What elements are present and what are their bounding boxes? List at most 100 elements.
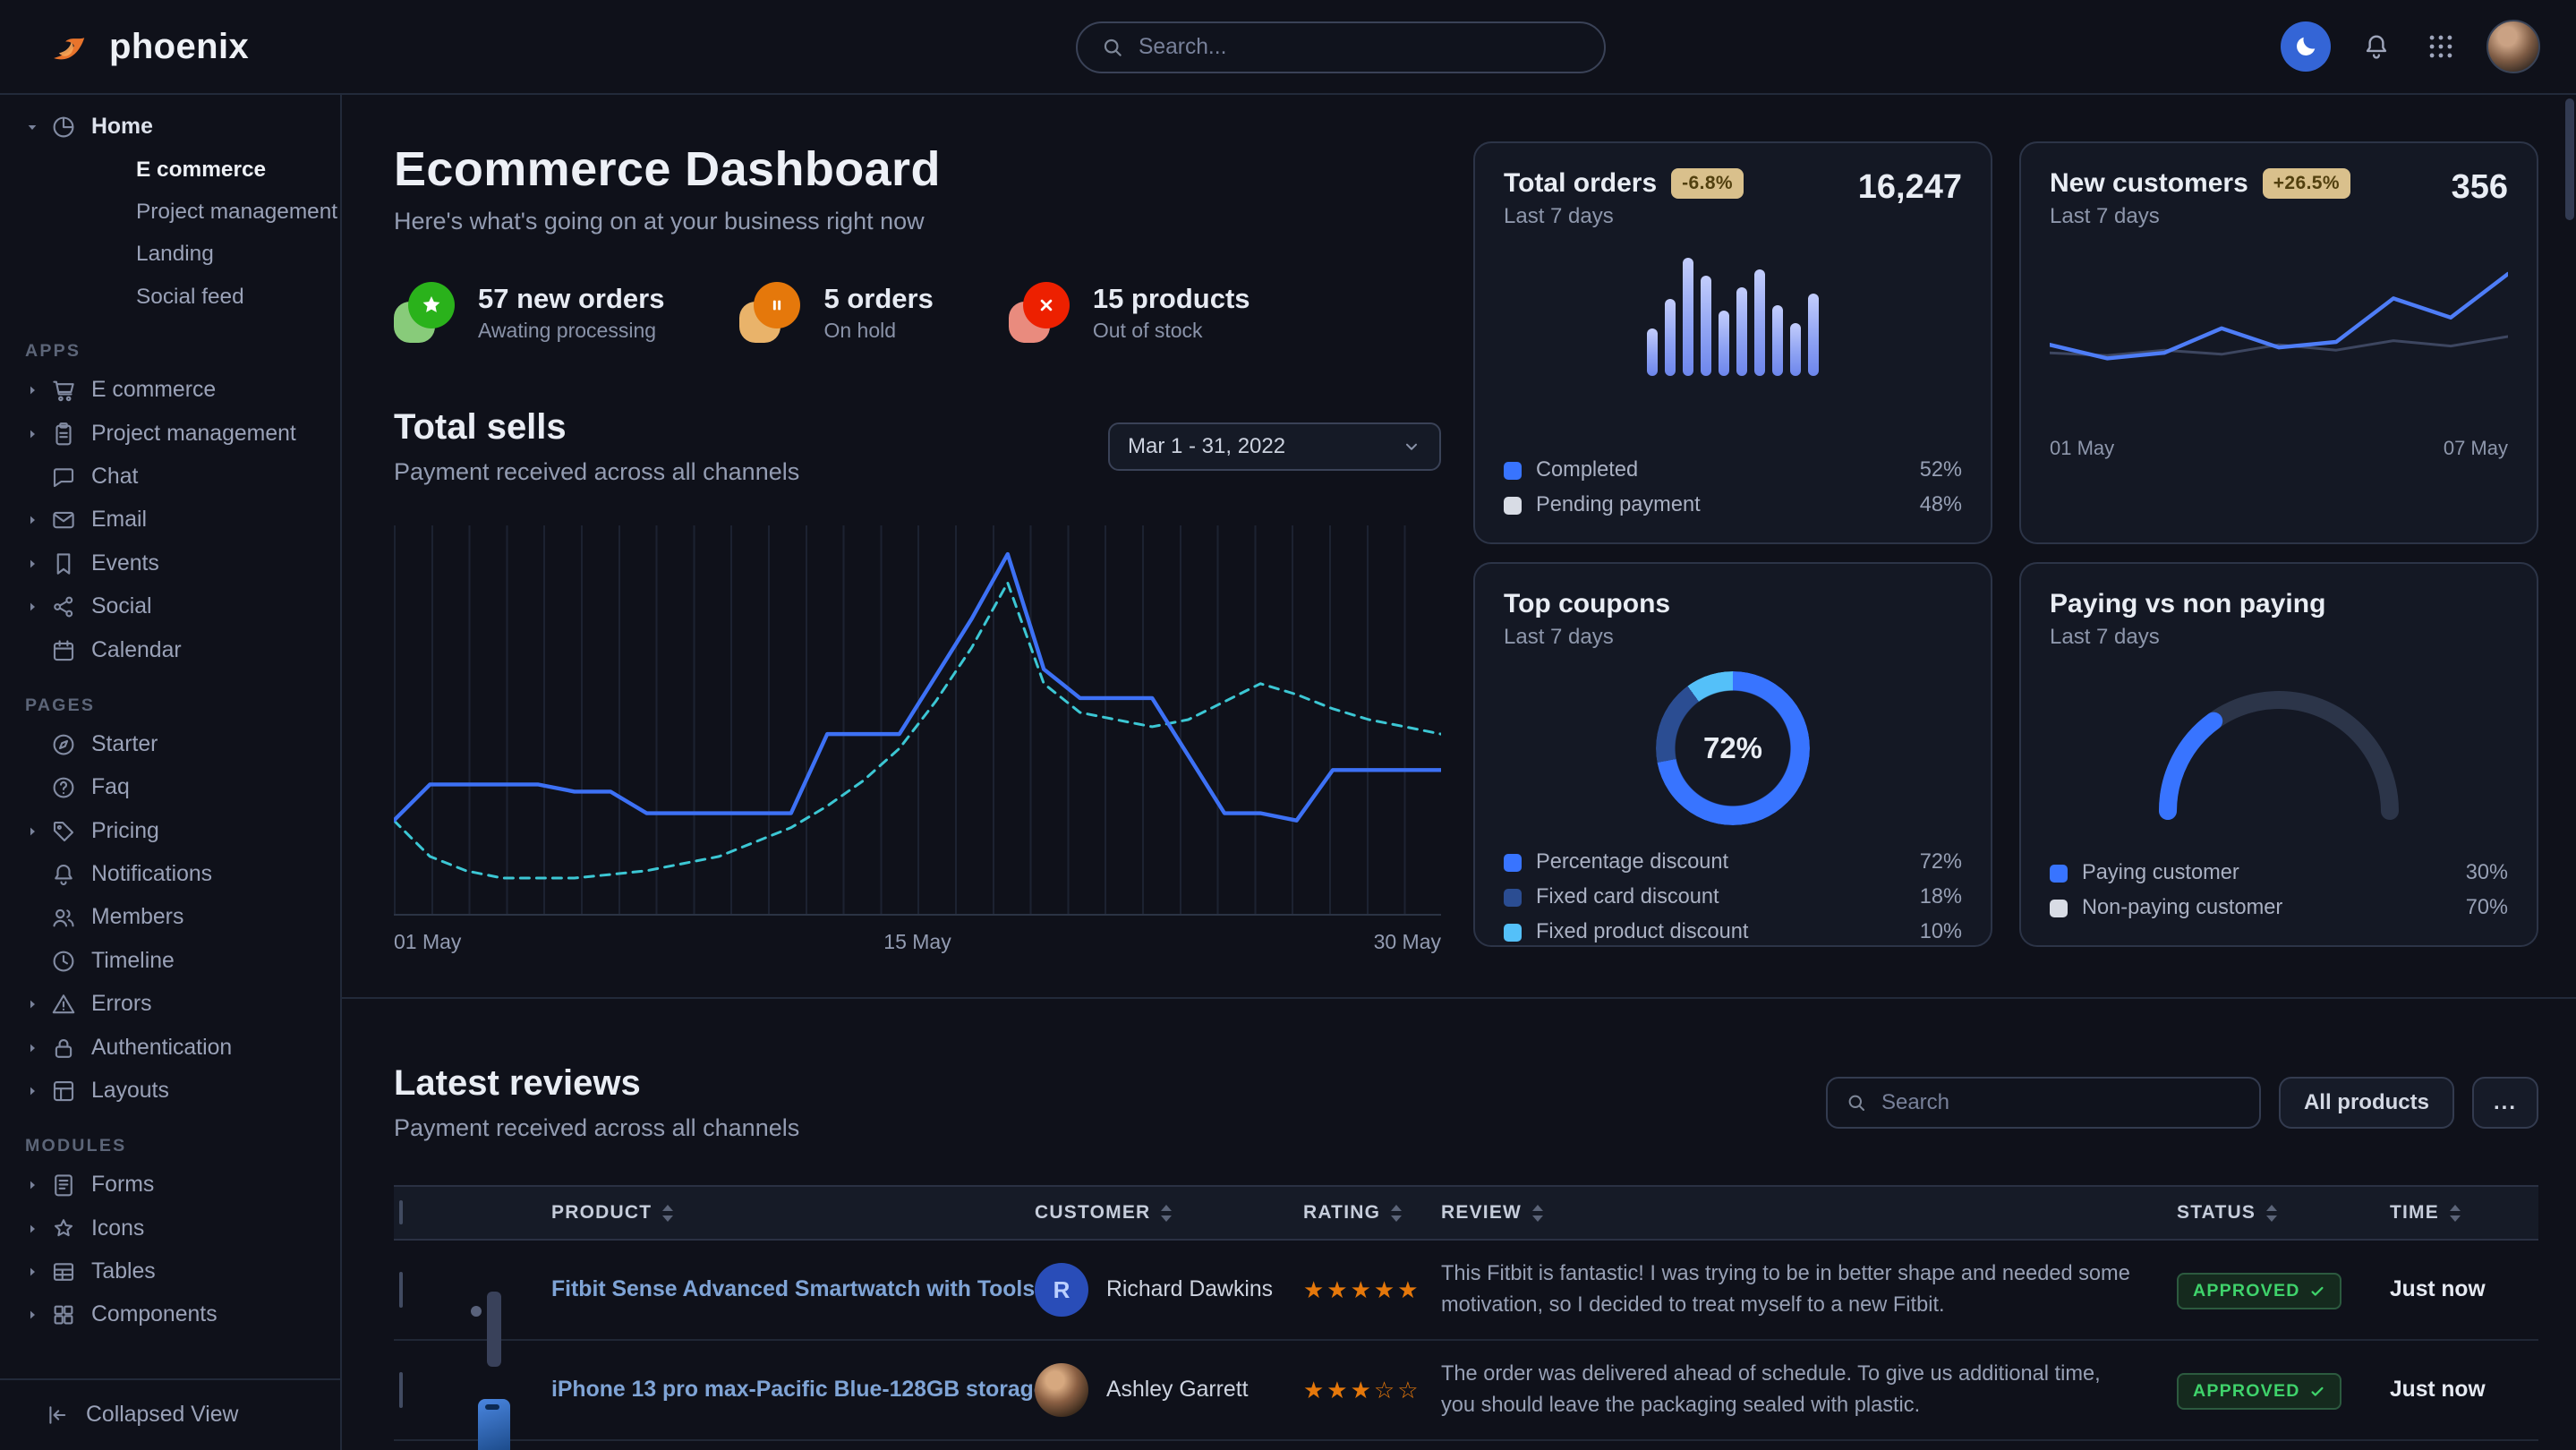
column-header-product[interactable]: PRODUCT [551,1202,1035,1224]
page-title: Ecommerce Dashboard [394,141,1441,197]
sidebar-subitem-landing[interactable]: Landing [0,234,340,276]
collapsed-view-toggle[interactable]: Collapsed View [0,1378,340,1450]
sidebar-item-errors[interactable]: Errors [0,983,340,1026]
row-checkbox[interactable] [399,1272,403,1308]
order-bar [1790,323,1801,376]
apps-grid-button[interactable] [2422,28,2460,65]
x-axis-label: 01 May [2050,437,2114,460]
row-checkbox[interactable] [399,1372,403,1408]
total-sells-x-axis: 01 May 15 May 30 May [394,930,1441,954]
caret-right-icon [25,1308,39,1322]
sidebar-item-layouts[interactable]: Layouts [0,1070,340,1113]
sidebar-item-email[interactable]: Email [0,499,340,542]
card-value: 356 [2452,168,2508,207]
sidebar-item-components[interactable]: Components [0,1293,340,1336]
review-time: Just now [2390,1378,2538,1403]
notifications-button[interactable] [2358,28,2395,65]
legend-label: Non-paying customer [2082,896,2282,920]
brand[interactable]: phoenix [47,23,249,70]
stat-icon-new-orders [394,282,455,343]
customer-avatar: R [1035,1263,1088,1317]
column-header-status[interactable]: STATUS [2177,1202,2390,1224]
sidebar-item-home[interactable]: Home [0,106,340,149]
scrollbar-thumb[interactable] [2565,98,2574,220]
date-range-select[interactable]: Mar 1 - 31, 2022 [1108,422,1441,471]
order-bar [1808,294,1819,376]
sidebar-item-pricing[interactable]: Pricing [0,810,340,853]
card-title: Top coupons [1504,589,1670,619]
legend-label: Percentage discount [1536,850,1728,874]
column-header-review[interactable]: REVIEW [1441,1202,2177,1224]
theme-toggle-button[interactable] [2281,21,2331,72]
legend-label: Fixed card discount [1536,885,1719,909]
total-sells-chart [394,525,1441,916]
legend-item: Completed 52% [1504,458,1962,482]
column-header-time[interactable]: TIME [2390,1202,2538,1224]
order-bar [1665,299,1676,376]
sidebar-item-notifications[interactable]: Notifications [0,853,340,896]
legend-value: 48% [1920,493,1962,517]
stat-value: 57 new orders [478,283,664,315]
select-all-checkbox[interactable] [399,1200,403,1224]
reviews-search[interactable] [1826,1077,2261,1129]
global-search-input[interactable] [1139,35,1581,60]
stat-out-of-stock: 15 products Out of stock [1009,282,1250,343]
collapsed-view-label: Collapsed View [86,1403,238,1428]
x-axis-label: 30 May [1374,930,1441,954]
legend-value: 18% [1920,885,1962,909]
stat-on-hold: 5 orders On hold [739,282,933,343]
warning-icon [50,991,77,1018]
order-bar [1719,311,1729,376]
card-title: Paying vs non paying [2050,589,2325,619]
product-link[interactable]: iPhone 13 pro max-Pacific Blue-128GB sto… [551,1378,1035,1403]
sort-icon [2450,1205,2461,1222]
product-link[interactable]: Fitbit Sense Advanced Smartwatch with To… [551,1277,1035,1302]
user-avatar[interactable] [2486,20,2540,73]
sidebar-item-events[interactable]: Events [0,542,340,585]
more-actions-button[interactable]: ... [2472,1077,2538,1129]
caret-right-icon [25,824,39,839]
caret-right-icon [25,1041,39,1055]
sidebar-subitem-social-feed[interactable]: Social feed [0,276,340,318]
sidebar-item-icons[interactable]: Icons [0,1207,340,1250]
order-bar [1701,276,1711,376]
search-icon [1846,1092,1867,1113]
top-coupons-card: Top coupons Last 7 days 72% Percentage d… [1473,562,1992,947]
sidebar-item-project-management-app[interactable]: Project management [0,413,340,456]
calendar-icon [50,637,77,664]
sidebar-item-tables[interactable]: Tables [0,1250,340,1293]
column-header-customer[interactable]: CUSTOMER [1035,1202,1303,1224]
stat-value: 5 orders [823,283,933,315]
sidebar-item-members[interactable]: Members [0,896,340,939]
sidebar-item-calendar[interactable]: Calendar [0,628,340,671]
legend-item: Paying customer 30% [2050,861,2508,885]
bell-icon [50,861,77,888]
sidebar-item-faq[interactable]: Faq [0,766,340,809]
compass-icon [50,731,77,758]
legend-label: Fixed product discount [1536,920,1748,944]
sidebar-item-starter[interactable]: Starter [0,723,340,766]
kpi-cards: Total orders -6.8% Last 7 days 16,247 [1473,141,2538,954]
reviews-search-input[interactable] [1881,1090,2241,1115]
sidebar-item-ecommerce-app[interactable]: E commerce [0,369,340,412]
all-products-button[interactable]: All products [2279,1077,2454,1129]
sidebar-item-authentication[interactable]: Authentication [0,1026,340,1069]
global-search[interactable] [1076,21,1606,73]
sidebar-item-chat[interactable]: Chat [0,456,340,499]
sidebar-subitem-project-management[interactable]: Project management [0,192,340,234]
legend-value: 10% [1920,920,1962,944]
page-subtitle: Here's what's going on at your business … [394,208,1441,235]
paying-legend: Paying customer 30% Non-paying customer … [2050,836,2508,920]
sidebar-item-forms[interactable]: Forms [0,1164,340,1207]
column-header-rating[interactable]: RATING [1303,1202,1441,1224]
tag-icon [50,818,77,845]
table-row: Fitbit Sense Advanced Smartwatch with To… [394,1241,2538,1341]
stat-caption: Out of stock [1093,319,1250,343]
sidebar-item-timeline[interactable]: Timeline [0,940,340,983]
sidebar-item-social[interactable]: Social [0,585,340,628]
paying-card: Paying vs non paying Last 7 days Paying … [2019,562,2538,947]
sidebar-subitem-ecommerce[interactable]: E commerce [0,149,340,191]
legend-value: 52% [1920,458,1962,482]
customer-cell: Ashley Garrett [1035,1363,1303,1417]
caret-right-icon [25,557,39,571]
